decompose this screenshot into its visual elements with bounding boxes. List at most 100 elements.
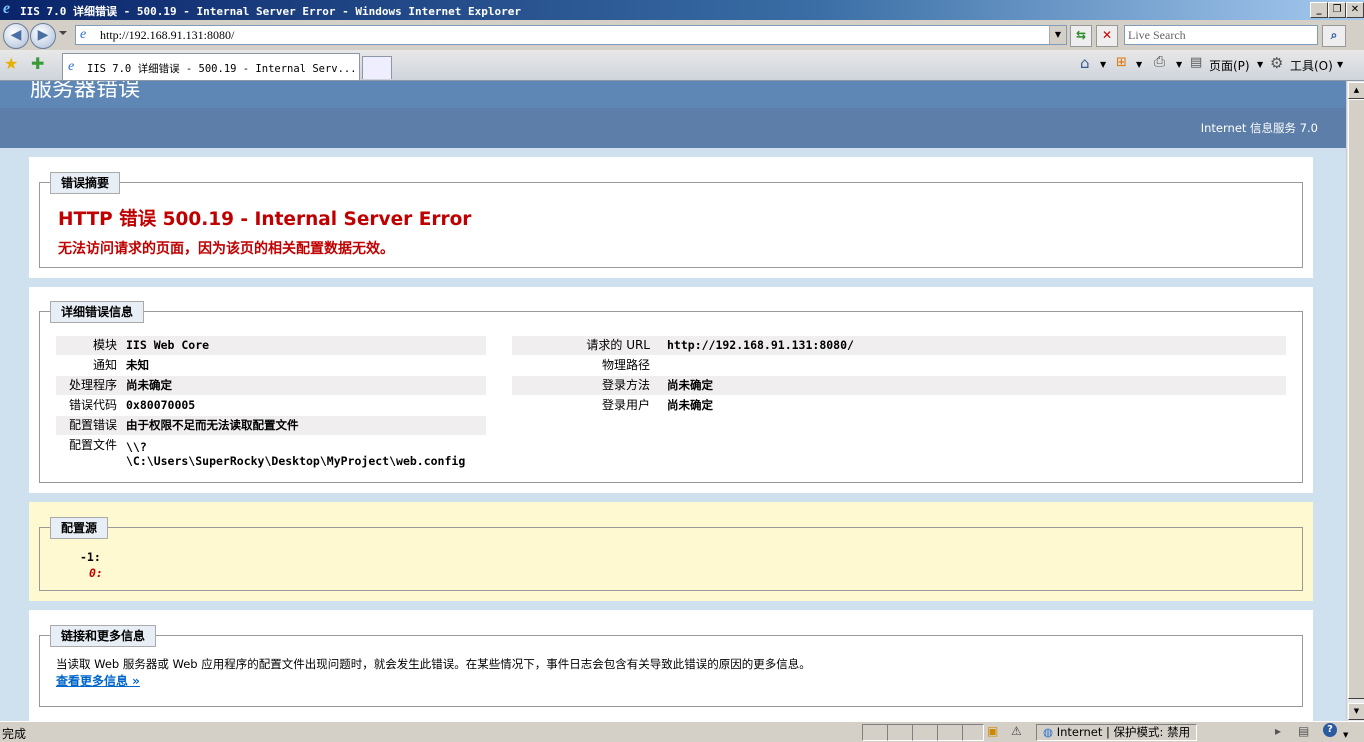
tools-dropdown-icon[interactable]: ▼ bbox=[1337, 60, 1343, 69]
ie-logo-icon: e bbox=[3, 0, 11, 17]
add-favorite-icon[interactable]: ✚ bbox=[31, 55, 44, 73]
error-summary-fieldset: 错误摘要 HTTP 错误 500.19 - Internal Server Er… bbox=[39, 172, 1303, 268]
status-pane bbox=[887, 724, 913, 741]
detail-value: \\? bbox=[126, 440, 147, 454]
detail-label: 登录用户 bbox=[601, 398, 650, 412]
details-fieldset: 详细错误信息 模块 IIS Web Core 通知 未知 处理程序 尚未确定 错… bbox=[39, 301, 1303, 483]
details-legend: 详细错误信息 bbox=[50, 301, 145, 323]
status-pane bbox=[937, 724, 963, 741]
gear-icon[interactable]: ⚙ bbox=[1270, 54, 1283, 72]
search-input[interactable]: Live Search bbox=[1124, 25, 1318, 45]
minimize-button[interactable]: _ bbox=[1310, 2, 1328, 18]
detail-value: 尚未确定 bbox=[126, 378, 172, 392]
search-button[interactable]: ⌕ bbox=[1322, 25, 1346, 47]
detail-value: 未知 bbox=[126, 358, 149, 372]
detail-value: 尚未确定 bbox=[667, 378, 713, 392]
detail-row-bg bbox=[56, 336, 486, 355]
error-message: 无法访问请求的页面，因为该页的相关配置数据无效。 bbox=[58, 241, 394, 257]
back-button[interactable]: ◀ bbox=[3, 23, 29, 49]
vertical-scrollbar[interactable]: ▲ ▼ bbox=[1346, 81, 1364, 721]
window-title-bar[interactable]: e IIS 7.0 详细错误 - 500.19 - Internal Serve… bbox=[0, 0, 1364, 20]
forward-button[interactable]: ▶ bbox=[30, 23, 56, 49]
search-placeholder: Live Search bbox=[1128, 28, 1186, 42]
links-fieldset: 链接和更多信息 当读取 Web 服务器或 Web 应用程序的配置文件出现问题时，… bbox=[39, 625, 1303, 707]
scroll-up-button[interactable]: ▲ bbox=[1348, 82, 1364, 99]
details-section: 详细错误信息 模块 IIS Web Core 通知 未知 处理程序 尚未确定 错… bbox=[29, 287, 1313, 493]
print-dropdown-icon[interactable]: ▼ bbox=[1176, 60, 1182, 69]
tools-menu[interactable]: 工具(O) bbox=[1290, 57, 1333, 74]
security-zone[interactable]: ◍ Internet | 保护模式: 禁用 bbox=[1036, 724, 1198, 741]
page-menu-icon[interactable]: ▤ bbox=[1190, 55, 1202, 70]
config-source-legend: 配置源 bbox=[50, 517, 109, 539]
home-icon[interactable]: ⌂ bbox=[1080, 54, 1090, 72]
popup-blocker-icon[interactable]: ⚠ bbox=[1011, 724, 1022, 738]
history-dropdown-icon[interactable] bbox=[59, 31, 67, 35]
config-source-section: 配置源 -1: 0: bbox=[29, 502, 1313, 601]
new-tab-button[interactable] bbox=[362, 56, 392, 79]
page-icon: e bbox=[80, 27, 87, 42]
links-legend: 链接和更多信息 bbox=[50, 625, 157, 647]
help-icon[interactable]: ? bbox=[1323, 723, 1337, 737]
status-pane bbox=[862, 724, 888, 741]
address-url[interactable]: http://192.168.91.131:8080/ bbox=[100, 28, 234, 43]
stop-button[interactable]: ✕ bbox=[1096, 25, 1118, 47]
detail-label: 模块 bbox=[92, 338, 117, 352]
window-title: IIS 7.0 详细错误 - 500.19 - Internal Server … bbox=[20, 5, 521, 18]
detail-value: IIS Web Core bbox=[126, 338, 210, 352]
detail-value: 0x80070005 bbox=[126, 398, 196, 412]
status-pane bbox=[912, 724, 938, 741]
navigation-bar: ◀ ▶ e http://192.168.91.131:8080/ ▼ ⇆ ✕ … bbox=[0, 20, 1364, 50]
error-heading: HTTP 错误 500.19 - Internal Server Error bbox=[58, 209, 472, 230]
detail-value: 尚未确定 bbox=[667, 398, 713, 412]
config-line: -1: bbox=[80, 550, 101, 564]
zoom-icon[interactable]: ▤ bbox=[1298, 724, 1309, 738]
page-menu[interactable]: 页面(P) bbox=[1209, 57, 1250, 74]
feeds-dropdown-icon[interactable]: ▼ bbox=[1136, 60, 1142, 69]
tab-ie-icon: e bbox=[68, 59, 75, 74]
favorites-star-icon[interactable]: ★ bbox=[4, 55, 18, 73]
status-pane bbox=[962, 724, 984, 741]
detail-label: 处理程序 bbox=[68, 378, 117, 392]
tab-bar: ★ ✚ e IIS 7.0 详细错误 - 500.19 - Internal S… bbox=[0, 50, 1364, 81]
links-description: 当读取 Web 服务器或 Web 应用程序的配置文件出现问题时，就会发生此错误。… bbox=[56, 657, 811, 671]
detail-label: 配置文件 bbox=[68, 438, 117, 452]
help-dropdown-icon[interactable]: ▼ bbox=[1343, 731, 1348, 739]
error-summary-legend: 错误摘要 bbox=[50, 172, 121, 194]
server-version: Internet 信息服务 7.0 bbox=[1200, 121, 1318, 135]
detail-label: 请求的 URL bbox=[586, 338, 650, 352]
config-source-fieldset: 配置源 -1: 0: bbox=[39, 517, 1303, 591]
address-bar[interactable]: e http://192.168.91.131:8080/ ▼ bbox=[75, 25, 1067, 45]
address-dropdown-icon[interactable]: ▼ bbox=[1049, 26, 1066, 44]
detail-row-bg bbox=[56, 376, 486, 395]
close-window-button[interactable]: ✕ bbox=[1346, 2, 1364, 18]
detail-label: 登录方法 bbox=[601, 378, 650, 392]
lock-icon: ▣ bbox=[987, 724, 999, 738]
detail-value: 由于权限不足而无法读取配置文件 bbox=[126, 418, 299, 432]
page-dropdown-icon[interactable]: ▼ bbox=[1257, 60, 1263, 69]
config-line-highlight: 0: bbox=[89, 566, 103, 580]
page-subheader: Internet 信息服务 7.0 bbox=[0, 108, 1346, 148]
more-info-link[interactable]: 查看更多信息 » bbox=[56, 672, 140, 689]
feeds-icon[interactable]: ⊞ bbox=[1116, 55, 1127, 70]
detail-value-cont: \C:\Users\SuperRocky\Desktop\MyProject\w… bbox=[126, 454, 466, 468]
page-header: 服务器错误 bbox=[0, 81, 1346, 108]
error-summary-section: 错误摘要 HTTP 错误 500.19 - Internal Server Er… bbox=[29, 157, 1313, 278]
links-section: 链接和更多信息 当读取 Web 服务器或 Web 应用程序的配置文件出现问题时，… bbox=[29, 610, 1313, 721]
globe-icon: ◍ bbox=[1043, 725, 1054, 739]
scroll-thumb[interactable] bbox=[1348, 99, 1364, 699]
restore-button[interactable]: ❐ bbox=[1328, 2, 1346, 18]
tab-label: IIS 7.0 详细错误 - 500.19 - Internal Serv... bbox=[87, 63, 357, 75]
print-icon[interactable]: ⎙ bbox=[1154, 54, 1165, 70]
scroll-down-button[interactable]: ▼ bbox=[1348, 703, 1364, 720]
status-text: 完成 bbox=[2, 727, 27, 741]
tab-active[interactable]: e IIS 7.0 详细错误 - 500.19 - Internal Serv.… bbox=[62, 53, 360, 80]
refresh-button[interactable]: ⇆ bbox=[1070, 25, 1092, 47]
zone-text: Internet | 保护模式: 禁用 bbox=[1056, 725, 1191, 739]
detail-label: 配置错误 bbox=[68, 418, 117, 432]
page-title: 服务器错误 bbox=[30, 81, 141, 102]
detail-value: http://192.168.91.131:8080/ bbox=[667, 338, 854, 352]
status-divider-icon: ▸ bbox=[1275, 724, 1282, 738]
page-content: 服务器错误 Internet 信息服务 7.0 错误摘要 HTTP 错误 500… bbox=[0, 81, 1346, 721]
home-dropdown-icon[interactable]: ▼ bbox=[1100, 60, 1106, 69]
status-bar: 完成 ▣ ⚠ ◍ Internet | 保护模式: 禁用 ▸ ▤ ? ▼ bbox=[0, 721, 1364, 741]
